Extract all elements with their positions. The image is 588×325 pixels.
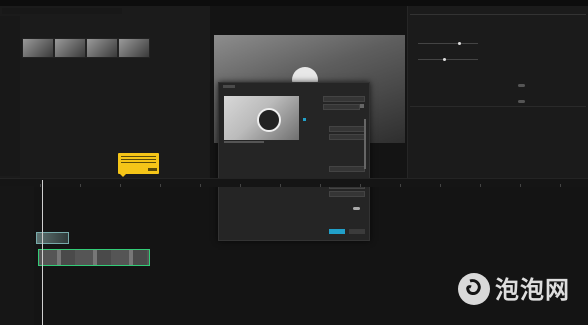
guide-tooltip bbox=[118, 153, 159, 177]
watermark-logo: 泡泡网 bbox=[458, 271, 582, 313]
toggle-1[interactable] bbox=[518, 84, 525, 87]
watermark-text: 泡泡网 bbox=[495, 276, 570, 304]
dialog-title bbox=[223, 85, 235, 88]
ruler-tick bbox=[440, 184, 441, 187]
ruler-tick bbox=[520, 184, 521, 187]
slider-2[interactable] bbox=[418, 58, 478, 61]
ruler-tick bbox=[560, 184, 561, 187]
media-thumbnail[interactable] bbox=[118, 38, 150, 58]
export-cover-image[interactable] bbox=[224, 96, 299, 140]
inspector-tabs bbox=[410, 8, 586, 15]
dialog-scrollbar[interactable] bbox=[364, 119, 366, 169]
bitrate-select[interactable] bbox=[329, 134, 365, 140]
media-thumbnail[interactable] bbox=[22, 38, 54, 58]
framerate-select[interactable] bbox=[329, 191, 365, 197]
slider-1[interactable] bbox=[418, 42, 478, 45]
wheel-icon bbox=[257, 108, 281, 132]
export-button[interactable] bbox=[329, 229, 345, 234]
media-thumbnail[interactable] bbox=[54, 38, 86, 58]
timeline-ruler[interactable] bbox=[0, 178, 588, 187]
tooltip-lines bbox=[121, 156, 156, 164]
ruler-tick bbox=[40, 184, 41, 187]
ruler-tick bbox=[400, 184, 401, 187]
resolution-select[interactable] bbox=[329, 126, 365, 132]
bubble-logo-svg bbox=[466, 279, 481, 295]
ruler-tick bbox=[160, 184, 161, 187]
export-dialog bbox=[218, 82, 370, 241]
ruler-tick bbox=[120, 184, 121, 187]
bubble-logo-icon bbox=[458, 273, 490, 305]
codec-select[interactable] bbox=[329, 166, 365, 172]
timeline-clip-overlay[interactable] bbox=[36, 232, 69, 244]
cover-edit-label[interactable] bbox=[224, 141, 264, 143]
ruler-tick bbox=[240, 184, 241, 187]
ruler-tick bbox=[360, 184, 361, 187]
inspector-panel bbox=[407, 6, 588, 178]
path-field[interactable] bbox=[323, 104, 360, 110]
ruler-tick bbox=[320, 184, 321, 187]
folder-icon[interactable] bbox=[360, 104, 364, 108]
media-sidebar bbox=[0, 16, 20, 176]
ruler-tick bbox=[80, 184, 81, 187]
track-header-panel bbox=[0, 186, 34, 325]
media-panel bbox=[0, 6, 210, 178]
title-field[interactable] bbox=[323, 96, 365, 102]
slider-knob[interactable] bbox=[458, 42, 461, 45]
media-thumbnail[interactable] bbox=[86, 38, 118, 58]
video-export-check[interactable] bbox=[303, 118, 306, 121]
ruler-tick bbox=[200, 184, 201, 187]
media-tabs bbox=[2, 8, 122, 14]
slider-knob[interactable] bbox=[443, 58, 446, 61]
audio-toggle[interactable] bbox=[353, 207, 360, 210]
cancel-button[interactable] bbox=[349, 229, 365, 234]
timeline-clip-main[interactable] bbox=[38, 249, 150, 266]
toggle-2[interactable] bbox=[518, 100, 525, 103]
ruler-tick bbox=[280, 184, 281, 187]
tooltip-next-link[interactable] bbox=[148, 168, 157, 171]
playhead[interactable] bbox=[42, 180, 43, 325]
inspector-divider bbox=[410, 106, 586, 107]
ruler-tick bbox=[480, 184, 481, 187]
